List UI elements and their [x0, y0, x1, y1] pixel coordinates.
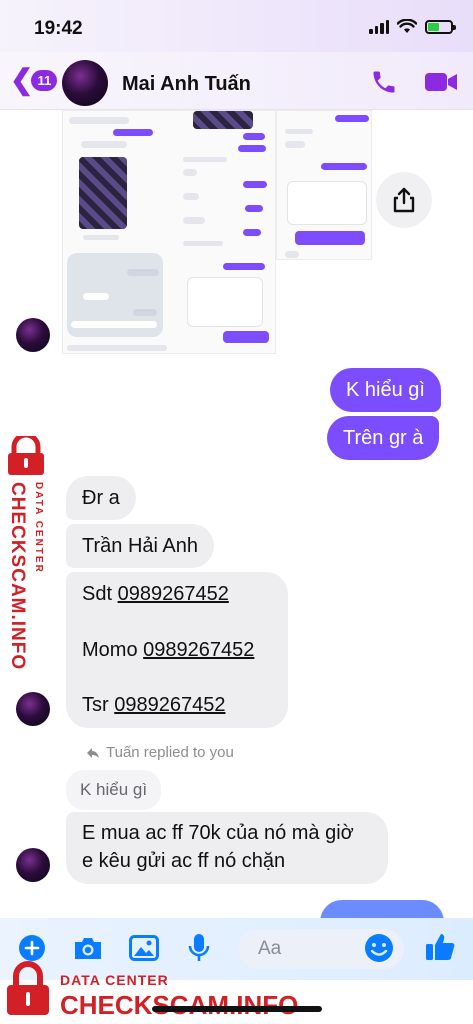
label-tsr: Tsr [82, 694, 109, 716]
reply-indicator-text: Tuấn replied to you [106, 744, 234, 761]
photo-icon[interactable] [129, 935, 159, 961]
message-input-placeholder: Aa [258, 938, 282, 959]
contact-name[interactable]: Mai Anh Tuấn [122, 73, 251, 96]
outgoing-message[interactable]: K hiểu gì [330, 368, 441, 412]
label-sdt: Sdt [82, 583, 113, 605]
contact-line-sdt: Sdt 0989267452 [82, 583, 229, 606]
contact-line-momo: Momo 0989267452 [82, 639, 254, 662]
sender-avatar[interactable] [16, 318, 50, 352]
sender-avatar[interactable] [16, 692, 50, 726]
shared-screenshot-image[interactable] [62, 110, 276, 354]
battery-icon [425, 19, 456, 34]
phone-link-sdt[interactable]: 0989267452 [118, 583, 229, 605]
camera-icon[interactable] [72, 935, 104, 961]
status-bar: 19:42 [0, 0, 473, 52]
like-thumb-icon[interactable] [424, 931, 456, 963]
quoted-text: K hiểu gì [80, 780, 148, 799]
phone-link-momo[interactable]: 0989267452 [143, 639, 254, 661]
status-time: 19:42 [34, 18, 83, 39]
share-icon [393, 187, 415, 213]
microphone-icon[interactable] [188, 933, 210, 963]
incoming-message[interactable]: E mua ac ff 70k của nó mà giờ e kêu gửi … [66, 812, 388, 884]
unread-count-badge: 11 [31, 69, 58, 91]
reply-indicator: Tuấn replied to you [86, 744, 234, 761]
incoming-message[interactable]: Đr a [66, 476, 136, 520]
outgoing-message[interactable]: Trên gr à [327, 416, 440, 460]
incoming-message[interactable]: Trần Hải Anh [66, 524, 214, 568]
contact-line-tsr: Tsr 0989267452 [82, 694, 225, 717]
watermark-brand: CHECKSCAM.INFO [7, 482, 28, 671]
emoji-icon[interactable] [364, 933, 394, 963]
plus-circle-icon[interactable] [18, 934, 46, 962]
watermark-side: CHECKSCAM.INFO DATA CENTER [0, 436, 54, 670]
status-icons [369, 19, 456, 34]
message-text: Trên gr à [343, 426, 424, 449]
video-call-icon[interactable] [424, 70, 458, 94]
message-text: K hiểu gì [346, 378, 425, 401]
lock-icon [7, 961, 49, 1015]
reply-arrow-icon [87, 747, 99, 758]
message-text-line: e kêu gửi ac ff nó chặn [82, 850, 286, 872]
message-text: Đr a [82, 487, 120, 509]
conversation-header: ❮ 11 Mai Anh Tuấn [0, 52, 473, 110]
signal-icon [369, 19, 389, 34]
label-momo: Momo [82, 639, 138, 661]
phone-icon[interactable] [370, 68, 398, 96]
back-button[interactable]: ❮ 11 [10, 64, 58, 95]
chevron-left-icon: ❮ [10, 64, 34, 95]
message-text: Trần Hải Anh [82, 535, 198, 557]
sender-avatar[interactable] [16, 848, 50, 882]
message-text-line: E mua ac ff 70k của nó mà giờ [82, 822, 354, 844]
wifi-icon [397, 19, 417, 33]
shared-screenshot-image-right[interactable] [276, 110, 372, 260]
watermark-tagline: DATA CENTER [33, 482, 44, 574]
share-button[interactable] [376, 172, 432, 228]
contact-avatar[interactable] [62, 60, 108, 106]
incoming-message[interactable]: Sdt 0989267452 Momo 0989267452 Tsr 09892… [66, 572, 288, 728]
watermark-tagline: DATA CENTER [60, 972, 169, 988]
phone-link-tsr[interactable]: 0989267452 [114, 694, 225, 716]
home-indicator[interactable] [152, 1006, 322, 1012]
quoted-message[interactable]: K hiểu gì [66, 770, 162, 810]
watermark-bottom: DATA CENTER CHECKSCAM.INFO [0, 960, 473, 1024]
lock-icon [8, 436, 44, 475]
